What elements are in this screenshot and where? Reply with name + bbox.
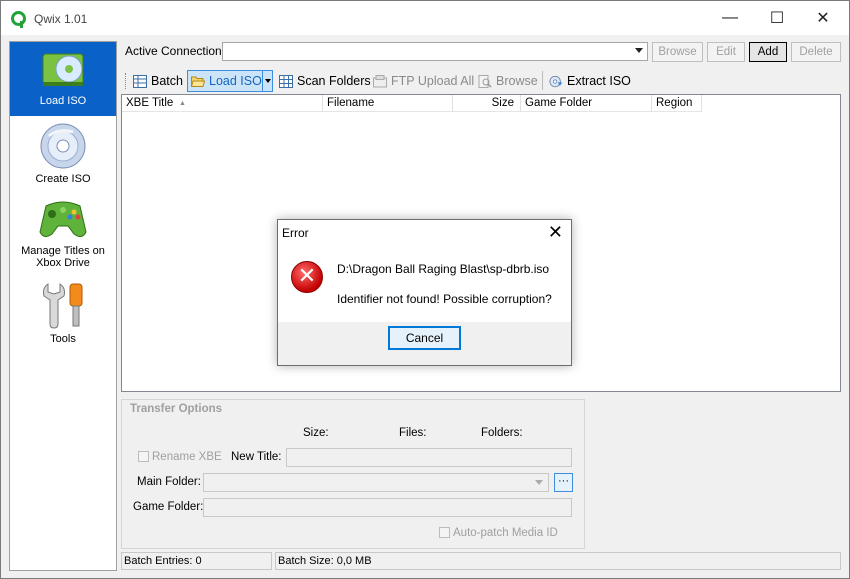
sidebar-item-label: Load ISO: [39, 95, 87, 107]
folders-label: Folders:: [481, 427, 523, 439]
maximize-button[interactable]: ☐: [754, 1, 800, 35]
browse-toolbar-label: Browse: [496, 74, 538, 88]
dialog-message-path: D:\Dragon Ball Raging Blast\sp-dbrb.iso: [337, 262, 550, 276]
minimize-button[interactable]: —: [707, 1, 753, 35]
dialog-close-button[interactable]: ✕: [548, 222, 563, 243]
size-label: Size:: [303, 427, 329, 439]
cd-icon: [40, 123, 86, 169]
column-header-size[interactable]: Size: [453, 95, 521, 112]
table-icon: [133, 74, 147, 88]
load-iso-button[interactable]: Load ISO: [187, 70, 273, 92]
sidebar-item-create-iso[interactable]: Create ISO: [10, 120, 116, 190]
extract-icon: [549, 75, 563, 87]
dialog-message: Identifier not found! Possible corruptio…: [337, 292, 552, 306]
toolbar-separator: [542, 71, 543, 90]
toolbar: Batch Load ISO Scan Folders FTP Upload A…: [121, 70, 841, 93]
load-iso-dropdown-icon[interactable]: [262, 71, 272, 91]
disc-drive-icon: [42, 53, 84, 86]
browse-main-folder-button[interactable]: ···: [554, 473, 573, 492]
batch-entries-status: Batch Entries: 0: [121, 552, 272, 570]
rename-xbe-checkbox[interactable]: [138, 451, 149, 462]
active-connection-select[interactable]: [222, 42, 648, 61]
main-window: Qwix 1.01 — ☐ ✕ Load ISO Create ISO Mana…: [0, 0, 850, 579]
auto-patch-label: Auto-patch Media ID: [453, 527, 558, 539]
batch-button[interactable]: Batch: [133, 70, 183, 92]
column-header-game-folder[interactable]: Game Folder: [521, 95, 652, 112]
sidebar: Load ISO Create ISO Manage Titles on Xbo…: [9, 41, 117, 571]
dialog-body: ✕ D:\Dragon Ball Raging Blast\sp-dbrb.is…: [278, 246, 571, 322]
game-folder-input[interactable]: [203, 498, 572, 517]
error-dialog: Error ✕ ✕ D:\Dragon Ball Raging Blast\sp…: [277, 219, 572, 366]
column-header-xbe-title[interactable]: XBE Title ▲: [122, 95, 323, 112]
column-header-region[interactable]: Region: [652, 95, 702, 112]
sidebar-item-tools[interactable]: Tools: [10, 278, 116, 350]
batch-label: Batch: [151, 74, 183, 88]
new-title-input[interactable]: [286, 448, 572, 467]
main-folder-select[interactable]: [203, 473, 549, 492]
delete-connection-button[interactable]: Delete: [791, 42, 841, 62]
dropdown-arrow-icon[interactable]: [635, 48, 643, 53]
load-iso-label: Load ISO: [209, 74, 262, 88]
sidebar-item-load-iso[interactable]: Load ISO: [10, 42, 116, 116]
grid-icon: [279, 74, 293, 88]
window-title: Qwix 1.01: [34, 12, 88, 26]
new-title-label: New Title:: [231, 451, 282, 463]
extract-iso-button[interactable]: Extract ISO: [549, 70, 631, 92]
batch-size-status: Batch Size: 0,0 MB: [275, 552, 841, 570]
dialog-title: Error: [282, 226, 309, 240]
close-button[interactable]: ✕: [800, 1, 846, 35]
sidebar-item-label: Create ISO: [35, 173, 91, 185]
ftp-upload-all-button[interactable]: FTP Upload All: [373, 70, 474, 92]
browse-connection-button[interactable]: Browse: [652, 42, 703, 62]
sidebar-item-label: Tools: [50, 333, 76, 345]
error-icon: ✕: [291, 261, 323, 293]
ftp-upload-all-label: FTP Upload All: [391, 74, 475, 88]
column-header-filename[interactable]: Filename: [323, 95, 453, 112]
sidebar-item-label: Manage Titles on Xbox Drive: [21, 245, 105, 269]
tools-icon: [43, 283, 83, 329]
search-icon: [478, 74, 492, 88]
sidebar-item-manage-titles[interactable]: Manage Titles on Xbox Drive: [10, 194, 116, 274]
gamepad-icon: [39, 201, 87, 238]
folder-open-icon: [191, 76, 205, 87]
scan-folders-label: Scan Folders: [297, 74, 371, 88]
game-folder-label: Game Folder:: [133, 501, 204, 513]
main-folder-label: Main Folder:: [137, 476, 201, 488]
files-label: Files:: [399, 427, 427, 439]
browse-toolbar-button[interactable]: Browse: [478, 70, 538, 92]
edit-connection-button[interactable]: Edit: [707, 42, 745, 62]
extract-iso-label: Extract ISO: [567, 74, 631, 88]
auto-patch-checkbox[interactable]: [439, 527, 450, 538]
dialog-title-bar: Error ✕: [278, 220, 571, 246]
upload-icon: [373, 74, 387, 87]
transfer-options-title: Transfer Options: [130, 403, 223, 415]
add-connection-button[interactable]: Add: [749, 42, 787, 62]
qwix-app-icon: [11, 11, 26, 28]
chevron-down-icon: [535, 480, 543, 485]
title-bar: Qwix 1.01 — ☐ ✕: [1, 1, 849, 35]
sort-ascending-icon: ▲: [179, 100, 186, 107]
active-connection-label: Active Connection:: [125, 44, 226, 58]
rename-xbe-label: Rename XBE: [152, 451, 222, 463]
scan-folders-button[interactable]: Scan Folders: [279, 70, 371, 92]
cancel-button[interactable]: Cancel: [388, 326, 461, 350]
